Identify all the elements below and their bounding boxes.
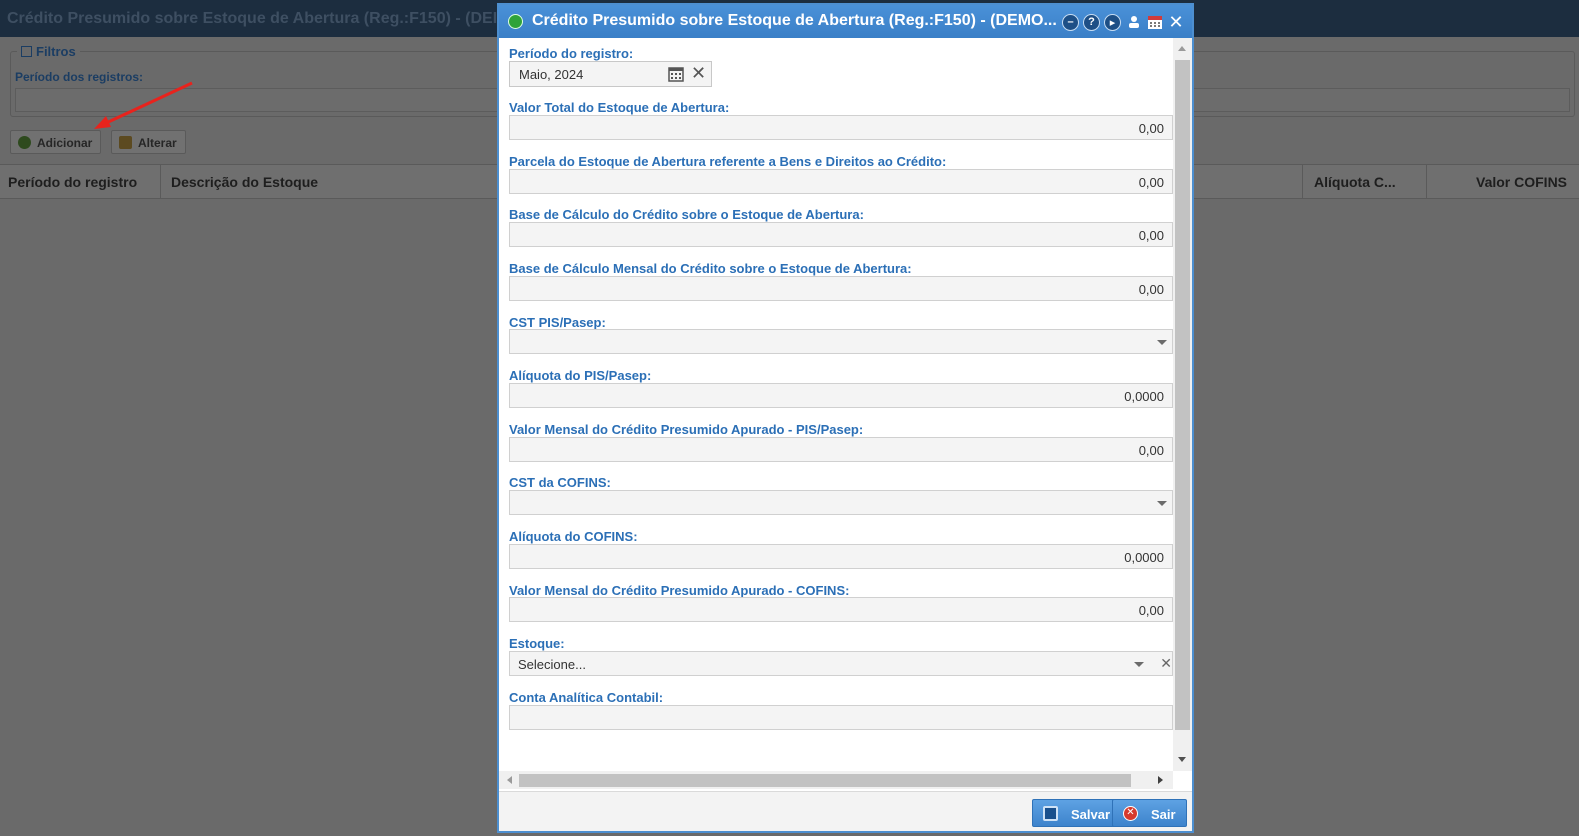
horizontal-scrollbar[interactable] <box>499 771 1173 789</box>
periodo-value: Maio, 2024 <box>519 67 584 82</box>
valor-cofins-label: Valor Mensal do Crédito Presumido Apurad… <box>509 583 850 598</box>
chevron-down-icon[interactable] <box>1157 501 1167 506</box>
modal-dialog: Crédito Presumido sobre Estoque de Abert… <box>497 3 1194 833</box>
conta-label: Conta Analítica Contabil: <box>509 690 664 705</box>
aliquota-pis-input[interactable]: 0,0000 <box>509 383 1173 408</box>
exit-button[interactable]: ✕ Sair <box>1112 799 1187 827</box>
valor-pis-label: Valor Mensal do Crédito Presumido Apurad… <box>509 422 864 437</box>
aliquota-cofins-label: Alíquota do COFINS: <box>509 529 638 544</box>
aliquota-cofins-input[interactable]: 0,0000 <box>509 544 1173 569</box>
scroll-right-icon[interactable] <box>1158 776 1163 784</box>
periodo-label: Período do registro: <box>509 46 634 61</box>
base-calculo-input[interactable]: 0,00 <box>509 222 1173 247</box>
minimize-icon[interactable]: – <box>1062 13 1079 31</box>
cst-pis-select[interactable] <box>509 329 1173 354</box>
scroll-thumb[interactable] <box>1175 60 1190 730</box>
exit-button-label: Sair <box>1151 807 1176 822</box>
clear-icon[interactable]: ✕ <box>1160 655 1172 672</box>
modal-form: Período do registro: Maio, 2024 ✕ Valor … <box>499 38 1173 771</box>
scroll-down-icon[interactable] <box>1178 757 1186 762</box>
chevron-down-icon[interactable] <box>1134 662 1144 667</box>
parcela-input[interactable]: 0,00 <box>509 169 1173 194</box>
scroll-left-icon[interactable] <box>507 776 512 784</box>
exit-icon: ✕ <box>1123 806 1138 821</box>
modal-header[interactable]: Crédito Presumido sobre Estoque de Abert… <box>499 5 1192 38</box>
estoque-placeholder: Selecione... <box>518 657 586 672</box>
chevron-down-icon[interactable] <box>1157 340 1167 345</box>
periodo-field[interactable]: Maio, 2024 ✕ <box>509 61 712 87</box>
modal-title: Crédito Presumido sobre Estoque de Abert… <box>532 12 1057 29</box>
cst-cofins-select[interactable] <box>509 490 1173 515</box>
base-mensal-input[interactable]: 0,00 <box>509 276 1173 301</box>
close-icon[interactable]: ✕ <box>1167 12 1185 32</box>
valor-cofins-input[interactable]: 0,00 <box>509 597 1173 622</box>
calendar-icon[interactable] <box>1146 14 1163 31</box>
next-icon[interactable]: ▸ <box>1104 13 1121 31</box>
parcela-label: Parcela do Estoque de Abertura referente… <box>509 154 947 169</box>
cst-cofins-label: CST da COFINS: <box>509 475 611 490</box>
save-icon <box>1043 806 1058 821</box>
modal-footer: Salvar ✕ Sair <box>499 791 1192 831</box>
estoque-label: Estoque: <box>509 636 565 651</box>
add-icon <box>508 14 523 29</box>
valor-pis-input[interactable]: 0,00 <box>509 437 1173 462</box>
scroll-thumb[interactable] <box>519 774 1131 787</box>
valor-total-input[interactable]: 0,00 <box>509 115 1173 140</box>
person-icon[interactable] <box>1125 14 1142 31</box>
save-button[interactable]: Salvar <box>1032 799 1122 827</box>
calendar-icon[interactable] <box>668 66 684 82</box>
conta-input[interactable] <box>509 705 1173 730</box>
vertical-scrollbar[interactable] <box>1173 38 1192 771</box>
cst-pis-label: CST PIS/Pasep: <box>509 315 606 330</box>
help-icon[interactable]: ? <box>1083 13 1100 31</box>
save-button-label: Salvar <box>1071 807 1111 822</box>
clear-icon[interactable]: ✕ <box>691 63 706 84</box>
base-mensal-label: Base de Cálculo Mensal do Crédito sobre … <box>509 261 912 276</box>
base-calculo-label: Base de Cálculo do Crédito sobre o Estoq… <box>509 207 864 222</box>
estoque-select[interactable]: Selecione... ✕ <box>509 651 1173 676</box>
scroll-up-icon[interactable] <box>1178 46 1186 51</box>
aliquota-pis-label: Alíquota do PIS/Pasep: <box>509 368 652 383</box>
valor-total-label: Valor Total do Estoque de Abertura: <box>509 100 730 115</box>
